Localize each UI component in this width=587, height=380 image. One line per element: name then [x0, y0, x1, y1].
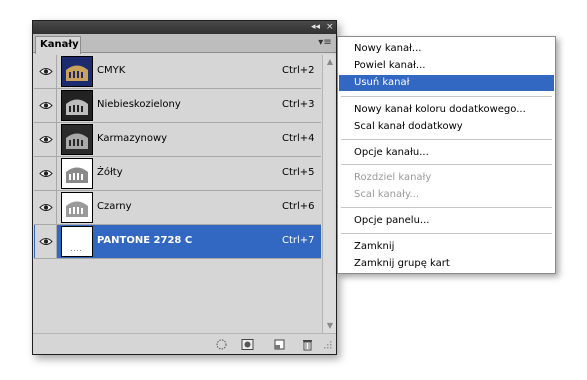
save-selection-icon[interactable]: [241, 338, 254, 351]
trash-icon[interactable]: [301, 338, 314, 351]
visibility-toggle[interactable]: [35, 89, 57, 122]
channel-thumbnail: [61, 124, 93, 155]
menu-separator: [341, 164, 552, 165]
eye-icon: [39, 170, 53, 177]
channel-shortcut: Ctrl+7: [282, 235, 315, 246]
channel-shortcut: Ctrl+2: [282, 65, 315, 76]
visibility-toggle[interactable]: [35, 225, 57, 258]
channel-shortcut: Ctrl+6: [282, 201, 315, 212]
channel-row-magenta[interactable]: Karmazynowy Ctrl+4: [34, 123, 321, 157]
channel-name: Karmazynowy: [97, 133, 168, 144]
scroll-up-icon[interactable]: ▲: [325, 57, 335, 67]
channel-shortcut: Ctrl+5: [282, 167, 315, 178]
collapse-icon[interactable]: ◂◂: [311, 21, 320, 34]
channel-shortcut: Ctrl+3: [282, 99, 315, 110]
channel-row-pantone[interactable]: PANTONE 2728 C Ctrl+7: [34, 225, 321, 259]
panel-bottom-toolbar: [33, 333, 336, 354]
menu-item-new-spot-channel[interactable]: Nowy kanał koloru dodatkowego...: [339, 102, 554, 118]
channel-thumbnail: [61, 90, 93, 121]
channels-flyout-menu: Nowy kanał... Powiel kanał... Usuń kanał…: [337, 36, 556, 274]
channels-panel: ◂◂ × Kanały ▾≡ CMYK Ctrl+2 Niebieskoziel…: [32, 20, 337, 355]
panel-menu-icon[interactable]: ▾≡: [318, 37, 332, 49]
panel-tabbar: Kanały ▾≡: [33, 34, 336, 54]
tab-channels[interactable]: Kanały: [35, 36, 81, 54]
menu-item-duplicate-channel[interactable]: Powiel kanał...: [339, 58, 554, 74]
resize-grip-icon[interactable]: [323, 340, 333, 350]
channel-name: Niebieskozielony: [97, 99, 181, 110]
menu-item-merge-spot-channel[interactable]: Scal kanał dodatkowy: [339, 119, 554, 135]
visibility-toggle[interactable]: [35, 191, 57, 224]
visibility-toggle[interactable]: [35, 55, 57, 88]
close-icon[interactable]: ×: [326, 21, 334, 34]
visibility-toggle[interactable]: [35, 157, 57, 190]
panel-titlebar[interactable]: ◂◂ ×: [33, 21, 336, 34]
channel-row-black[interactable]: Czarny Ctrl+6: [34, 191, 321, 225]
menu-item-split-channels: Rozdziel kanały: [354, 172, 432, 183]
load-selection-icon[interactable]: [215, 338, 228, 351]
eye-icon: [39, 238, 53, 245]
menu-item-channel-options[interactable]: Opcje kanału...: [339, 145, 554, 161]
channel-thumbnail: [61, 192, 93, 223]
new-channel-icon[interactable]: [273, 338, 286, 351]
menu-separator: [341, 207, 552, 208]
visibility-toggle[interactable]: [35, 123, 57, 156]
menu-separator: [341, 233, 552, 234]
channel-thumbnail: [61, 226, 93, 257]
menu-item-close-tab-group[interactable]: Zamknij grupę kart: [339, 256, 554, 272]
channel-row-cmyk[interactable]: CMYK Ctrl+2: [34, 55, 321, 89]
channel-name: Czarny: [97, 201, 132, 212]
channel-name: Żółty: [97, 167, 123, 178]
menu-separator: [341, 139, 552, 140]
menu-item-close[interactable]: Zamknij: [339, 239, 554, 255]
menu-item-merge-channels: Scal kanały...: [354, 189, 420, 200]
eye-icon: [39, 68, 53, 75]
channel-name: CMYK: [97, 65, 126, 76]
channel-list: CMYK Ctrl+2 Niebieskozielony Ctrl+3 Karm…: [34, 55, 321, 259]
channel-row-yellow[interactable]: Żółty Ctrl+5: [34, 157, 321, 191]
menu-item-delete-channel[interactable]: Usuń kanał: [339, 75, 554, 91]
channel-shortcut: Ctrl+4: [282, 133, 315, 144]
scroll-down-icon[interactable]: ▼: [325, 321, 335, 331]
eye-icon: [39, 204, 53, 211]
menu-separator: [341, 96, 552, 97]
menu-item-panel-options[interactable]: Opcje panelu...: [339, 213, 554, 229]
channel-name: PANTONE 2728 C: [97, 235, 193, 246]
eye-icon: [39, 136, 53, 143]
channel-list-scrollbar[interactable]: ▲ ▼: [322, 55, 336, 333]
channel-row-cyan[interactable]: Niebieskozielony Ctrl+3: [34, 89, 321, 123]
eye-icon: [39, 102, 53, 109]
menu-item-new-channel[interactable]: Nowy kanał...: [339, 41, 554, 57]
channel-thumbnail: [61, 158, 93, 189]
channel-thumbnail: [61, 56, 93, 87]
